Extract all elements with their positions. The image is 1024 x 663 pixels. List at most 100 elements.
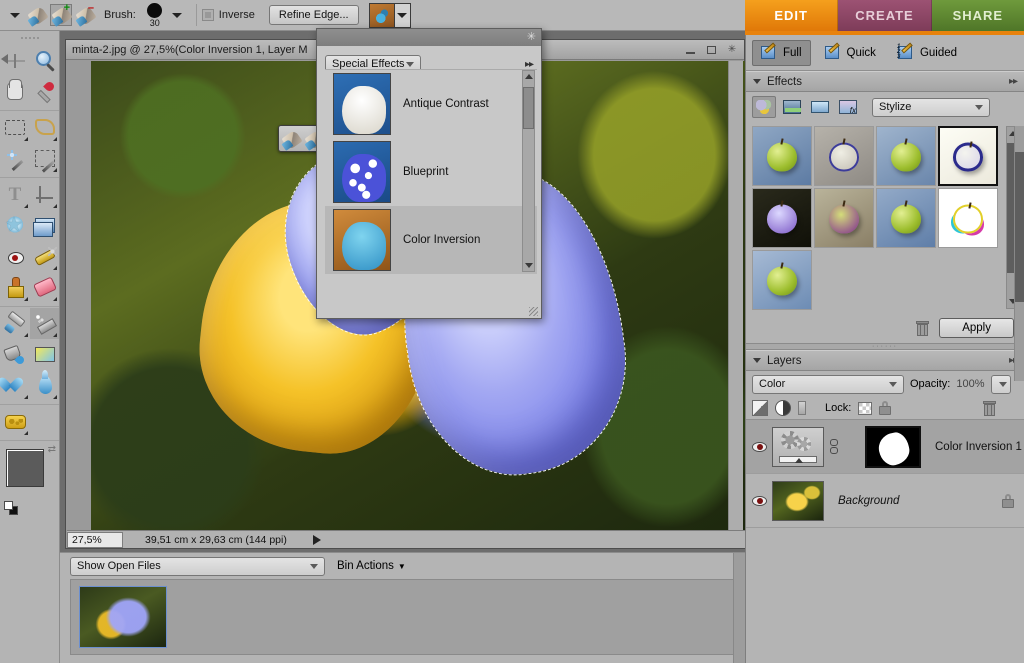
effect-thumb-trace-contour[interactable] — [938, 188, 998, 248]
maximize-button[interactable] — [705, 44, 717, 56]
layer-thumbnail-adjustment[interactable] — [772, 426, 824, 467]
delete-layer-trash-icon[interactable] — [983, 400, 996, 416]
effect-thumb-emboss[interactable] — [814, 126, 874, 186]
special-effects-scrollbar-thumb[interactable] — [523, 87, 534, 129]
blur-tool[interactable] — [0, 370, 30, 401]
layer-visibility-toggle[interactable] — [746, 441, 772, 452]
brush-picker-chevron-down-icon[interactable] — [171, 12, 182, 18]
photo-effects-icon[interactable] — [808, 96, 832, 118]
blend-mode-dropdown[interactable]: Color — [752, 374, 904, 394]
opacity-value[interactable]: 100% — [956, 378, 984, 390]
magic-wand-tool[interactable] — [0, 143, 30, 174]
clone-stamp-tool[interactable] — [0, 272, 30, 303]
text-effects-icon[interactable] — [836, 96, 860, 118]
layer-name-color-inversion-1[interactable]: Color Inversion 1 — [935, 441, 1022, 453]
scroll-down-arrow-icon[interactable] — [525, 263, 533, 268]
minimize-button[interactable] — [684, 44, 696, 56]
red-eye-removal-tool[interactable] — [0, 241, 30, 272]
close-button[interactable]: ✳ — [726, 44, 738, 56]
type-tool[interactable]: T — [0, 179, 30, 210]
eyedropper-tool[interactable] — [30, 76, 60, 107]
shape-tool[interactable] — [30, 210, 60, 241]
special-effects-scrollbar[interactable] — [522, 70, 535, 272]
eraser-tool[interactable] — [30, 272, 60, 303]
opacity-dropdown[interactable] — [990, 374, 1011, 394]
crop-tool[interactable] — [30, 179, 60, 210]
bin-thumbnail-minta-2[interactable] — [79, 586, 167, 648]
edit-mode-guided[interactable]: 123 Guided — [890, 41, 965, 65]
layer-visibility-toggle[interactable] — [746, 495, 772, 506]
scroll-up-arrow-icon[interactable] — [525, 74, 533, 79]
effect-thumb-solarize[interactable] — [814, 188, 874, 248]
tab-edit[interactable]: EDIT — [745, 0, 839, 31]
sponge-tool[interactable] — [0, 406, 30, 437]
effect-preview-picker[interactable] — [368, 2, 411, 28]
lock-all-icon[interactable] — [879, 401, 892, 415]
lock-transparency-icon[interactable] — [858, 401, 873, 415]
sharpen-tool[interactable] — [30, 370, 60, 401]
collapse-chevron-down-icon[interactable] — [753, 358, 761, 363]
effects-panel-header[interactable]: Effects ▸▸ — [746, 71, 1024, 92]
effect-picker-chevron-down-icon[interactable] — [393, 3, 410, 27]
selection-brush-add-button[interactable]: + — [50, 3, 73, 27]
paint-bucket-tool[interactable] — [0, 339, 30, 370]
brush-tool[interactable] — [0, 308, 30, 339]
bin-actions-menu[interactable]: Bin Actions ▼ — [337, 560, 406, 572]
new-layer-icon[interactable] — [798, 401, 806, 415]
zoom-tool[interactable] — [30, 45, 60, 76]
special-effect-item-color-inversion[interactable]: Color Inversion — [325, 206, 537, 274]
dialog-resize-grip[interactable] — [529, 307, 538, 316]
cookie-cutter-tool[interactable] — [0, 210, 30, 241]
effect-thumb-extrude[interactable] — [876, 126, 936, 186]
create-adjustment-layer-icon[interactable] — [775, 400, 791, 416]
apply-button[interactable]: Apply — [939, 318, 1014, 338]
right-panel-scrollbar[interactable] — [1014, 126, 1024, 381]
lasso-tool[interactable] — [30, 112, 60, 143]
effect-thumb-tiles[interactable] — [876, 188, 936, 248]
collapse-chevron-down-icon[interactable] — [753, 79, 761, 84]
layer-mask-link-icon[interactable] — [830, 438, 839, 455]
layers-panel-header[interactable]: Layers ▸▸ — [746, 350, 1024, 371]
brush-size-preview[interactable]: 30 — [142, 2, 168, 28]
panel-resize-grip[interactable]: ······ — [746, 343, 1024, 350]
effect-thumb-diffuse[interactable] — [752, 126, 812, 186]
layer-name-background[interactable]: Background — [838, 495, 899, 507]
effects-category-dropdown[interactable]: Stylize — [872, 97, 990, 117]
edit-mode-full[interactable]: Full — [752, 39, 811, 66]
layer-styles-icon[interactable] — [780, 96, 804, 118]
floating-selection-brush-new-button[interactable] — [280, 128, 303, 151]
tool-options-expand-icon[interactable] — [10, 12, 20, 18]
layer-thumbnail-background[interactable] — [772, 480, 824, 521]
bin-filter-dropdown[interactable]: Show Open Files — [70, 556, 325, 576]
special-effects-dialog-title-bar[interactable]: ✳ — [317, 29, 541, 46]
layer-row-color-inversion-1[interactable]: Color Inversion 1 — [746, 420, 1024, 474]
healing-brush-tool[interactable] — [30, 241, 60, 272]
selection-brush-new-button[interactable] — [26, 4, 49, 27]
effect-thumb-glowing-edges[interactable] — [752, 188, 812, 248]
layer-row-background[interactable]: Background — [746, 474, 1024, 528]
special-effect-item-blueprint[interactable]: Blueprint — [325, 138, 537, 206]
dialog-more-icon[interactable]: ▸▸ — [525, 59, 534, 70]
gradient-tool[interactable] — [30, 339, 60, 370]
marquee-tool[interactable] — [0, 112, 30, 143]
selection-brush-subtract-button[interactable]: – — [74, 3, 97, 27]
tab-share[interactable]: SHARE — [931, 0, 1024, 31]
status-menu-arrow-icon[interactable] — [312, 534, 321, 545]
effect-thumb-find-edges[interactable] — [938, 126, 998, 186]
quick-selection-tool[interactable] — [30, 143, 60, 174]
layer-mask-thumbnail[interactable] — [865, 425, 921, 468]
edit-mode-quick[interactable]: Quick — [817, 41, 884, 65]
tab-create[interactable]: CREATE — [838, 0, 932, 31]
refine-edge-button[interactable]: Refine Edge... — [268, 5, 359, 25]
zoom-level-field[interactable]: 27,5% — [67, 531, 123, 548]
document-vertical-scrollbar[interactable] — [728, 61, 743, 530]
photo-bin-scrollbar[interactable] — [733, 553, 745, 663]
trash-icon[interactable] — [916, 320, 930, 336]
move-tool[interactable] — [0, 45, 30, 76]
inverse-checkbox[interactable] — [201, 9, 214, 21]
hand-tool[interactable] — [0, 76, 30, 107]
filters-icon[interactable] — [752, 96, 776, 118]
foreground-color-swatch[interactable] — [6, 449, 44, 487]
default-colors-icon[interactable] — [4, 501, 18, 515]
special-effect-item-antique-contrast[interactable]: Antique Contrast — [325, 70, 537, 138]
